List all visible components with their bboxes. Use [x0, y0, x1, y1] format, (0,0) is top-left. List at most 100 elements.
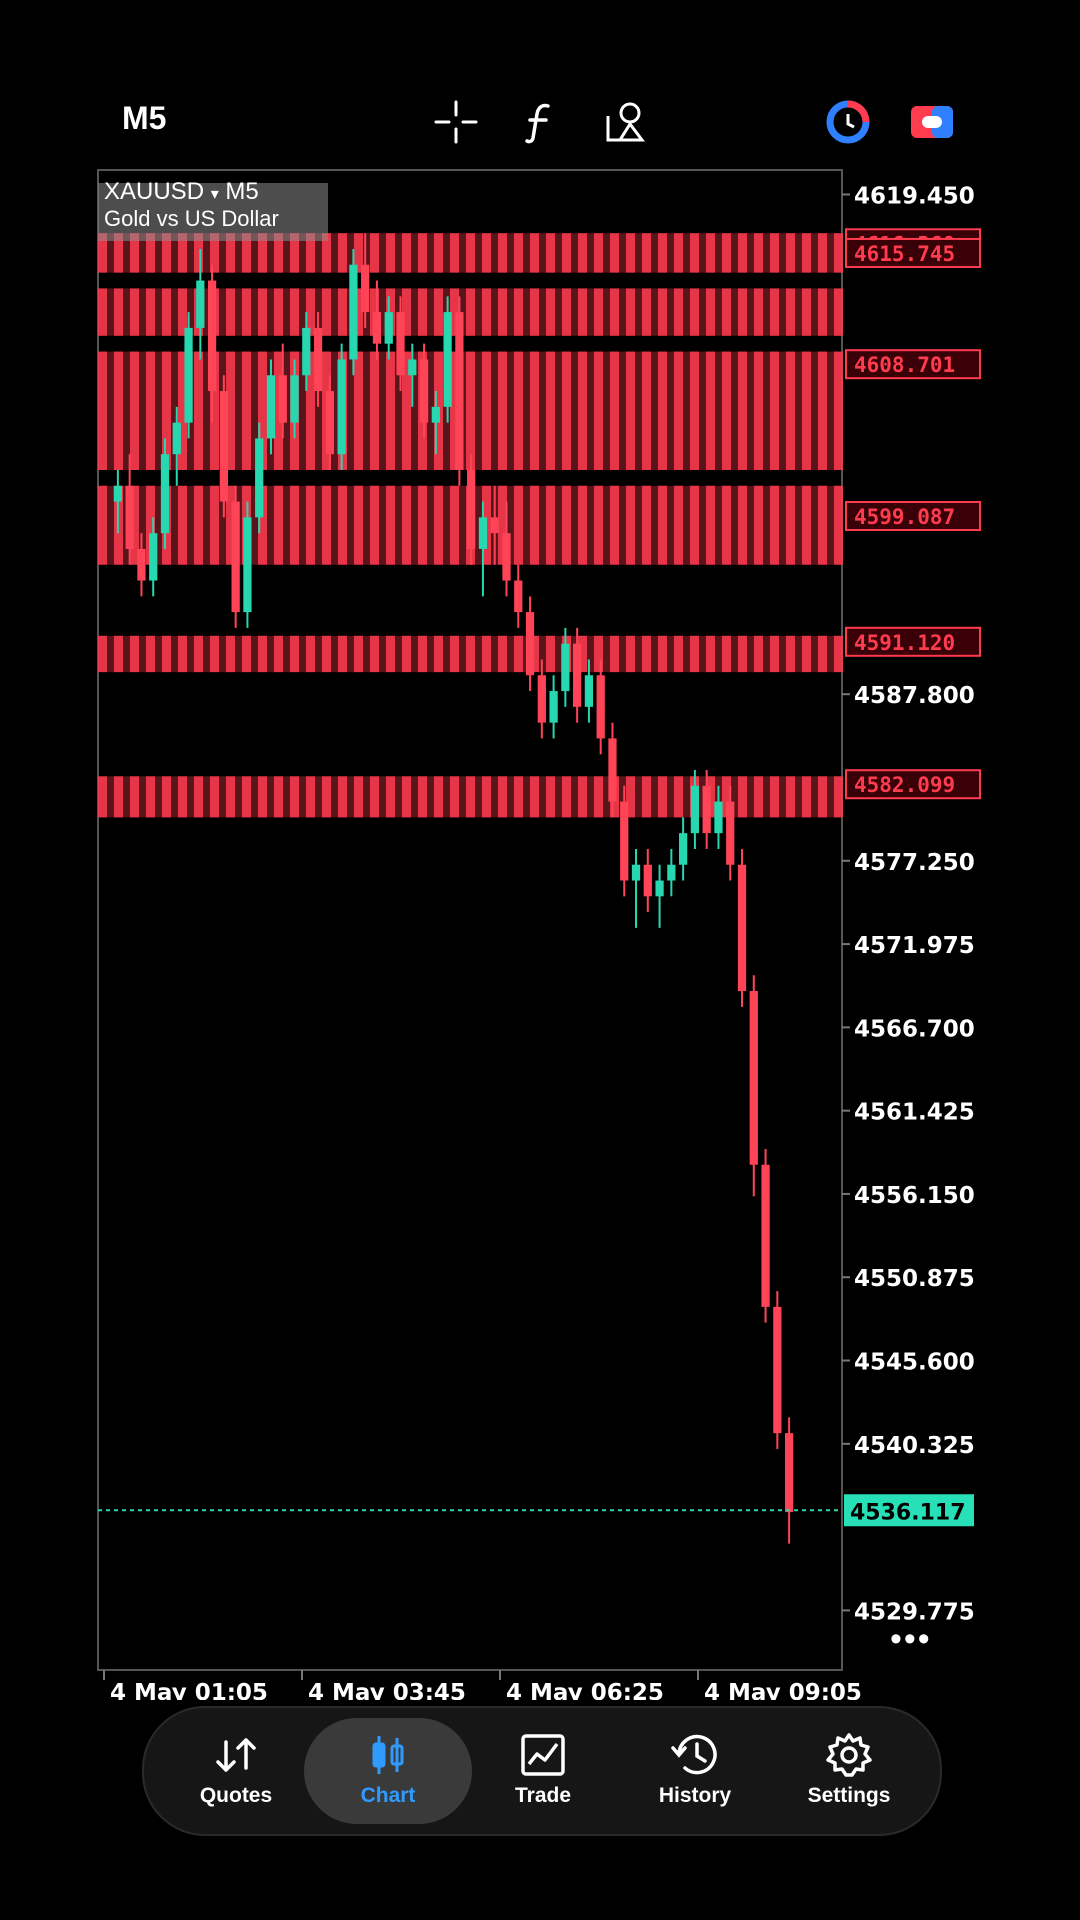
candle-body: [219, 391, 228, 502]
y-tick-label: 4540.325: [854, 1433, 975, 1459]
sell-zone-stripe: [178, 635, 187, 673]
sell-zone-stripe: [770, 233, 779, 273]
nav-label: Settings: [807, 1784, 891, 1807]
sell-zone-stripe: [802, 776, 811, 818]
sell-zone-stripe: [610, 485, 619, 565]
candle-body: [773, 1306, 782, 1434]
sell-zone-stripe: [194, 485, 203, 565]
x-tick-label: 4 May 09:05: [704, 1680, 862, 1700]
sell-zone-stripe: [162, 635, 171, 673]
price-tag-label: 4582.099: [854, 773, 955, 797]
symbol-header[interactable]: XAUUSD ▾ M5: [104, 178, 259, 206]
candle-body: [561, 643, 570, 692]
sell-zone-stripe: [98, 351, 107, 470]
sell-zone-stripe: [546, 233, 555, 273]
sell-zone-stripe: [642, 635, 651, 673]
sell-zone-stripe: [626, 288, 635, 336]
nav-history[interactable]: History: [620, 1718, 770, 1824]
sell-zone-stripe: [210, 485, 219, 565]
sell-zone-stripe: [418, 288, 427, 336]
candle-body: [337, 359, 346, 455]
sell-zone-stripe: [738, 233, 747, 273]
function-icon[interactable]: [516, 98, 564, 146]
candle-body: [266, 375, 276, 439]
nav-quotes[interactable]: Quotes: [161, 1718, 311, 1824]
sell-zone-stripe: [722, 288, 731, 336]
sell-zone-stripe: [610, 288, 619, 336]
sell-zone-stripe: [690, 288, 699, 336]
trade-icon: [521, 1734, 565, 1776]
candle-body: [419, 359, 429, 423]
sell-zone-stripe: [626, 635, 635, 673]
nav-label: Trade: [514, 1784, 572, 1807]
sell-zone-stripe: [786, 485, 795, 565]
candle-body: [443, 312, 452, 407]
sell-zone-stripe: [338, 776, 347, 818]
sell-zone-stripe: [546, 351, 555, 470]
clock-ring-icon[interactable]: [824, 98, 872, 146]
sell-zone-stripe: [610, 233, 619, 273]
sell-zone-stripe: [114, 288, 123, 336]
more-options-icon[interactable]: •••: [890, 1620, 932, 1659]
sell-zone-stripe: [450, 635, 459, 673]
sell-zone-stripe: [818, 485, 827, 565]
nav-chart[interactable]: Chart: [304, 1718, 472, 1824]
sell-zone-stripe: [754, 351, 763, 470]
sell-zone-stripe: [546, 635, 555, 673]
sell-zone-stripe: [578, 233, 587, 273]
dropdown-icon: ▾: [210, 186, 219, 203]
sell-zone-stripe: [146, 351, 155, 470]
crosshair-icon[interactable]: [432, 98, 480, 146]
nav-trade[interactable]: Trade: [468, 1718, 618, 1824]
sell-zone-stripe: [98, 776, 107, 818]
sell-zone-stripe: [770, 485, 779, 565]
timeframe-button[interactable]: M5: [122, 100, 166, 137]
price-tag-label: 4608.701: [854, 353, 955, 377]
candle-body: [502, 533, 511, 581]
objects-icon[interactable]: [602, 98, 650, 146]
candle-body: [325, 391, 334, 455]
current-price-label: 4536.117: [850, 1500, 966, 1525]
sell-zone-stripe: [690, 635, 699, 673]
sell-zone-stripe: [370, 351, 379, 470]
nav-settings[interactable]: Settings: [774, 1718, 924, 1824]
sell-zone-stripe: [530, 776, 539, 818]
sell-zone-stripe: [114, 635, 123, 673]
toggle-icon[interactable]: [908, 98, 956, 146]
quotes-icon: [216, 1738, 256, 1772]
chart-icon: [372, 1736, 404, 1774]
history-icon: [671, 1734, 717, 1775]
sell-zone-stripe: [562, 485, 571, 565]
candle-body: [784, 1433, 794, 1513]
price-chart[interactable]: 4619.450 4587.800 4577.250 4571.975 4566.700…: [0, 160, 1080, 1700]
sell-zone-stripe: [370, 635, 379, 673]
symbol-timeframe: M5: [225, 178, 259, 205]
sell-zone-stripe: [130, 776, 139, 818]
sell-zone-stripe: [738, 635, 747, 673]
sell-zone-stripe: [162, 776, 171, 818]
sell-zone-stripe: [658, 776, 667, 818]
sell-zone-stripe: [658, 288, 667, 336]
x-tick-label: 4 May 06:25: [506, 1680, 664, 1700]
candle-body: [196, 280, 205, 328]
sell-zone-stripe: [322, 485, 331, 565]
y-tick-label: 4577.250: [854, 850, 975, 876]
sell-zone-stripe: [754, 288, 763, 336]
candle-body: [172, 422, 181, 455]
sell-zone-stripe: [530, 233, 539, 273]
chart-area[interactable]: 4619.450 4587.800 4577.250 4571.975 4566.700…: [0, 160, 1080, 1700]
sell-zone-stripe: [546, 776, 555, 818]
sell-zone-stripe: [386, 635, 395, 673]
sell-zone-stripe: [546, 288, 555, 336]
candle-body: [679, 833, 688, 865]
sell-zone-stripe: [578, 485, 587, 565]
candle-body: [514, 580, 523, 613]
sell-zone-stripe: [802, 288, 811, 336]
sell-zone-stripe: [594, 233, 603, 273]
sell-zone-stripe: [578, 351, 587, 470]
sell-zone-stripe: [690, 485, 699, 565]
sell-zone-stripe: [338, 485, 347, 565]
sell-zone-stripe: [674, 288, 683, 336]
sell-zone-stripe: [450, 233, 459, 273]
candle-body: [349, 264, 358, 360]
